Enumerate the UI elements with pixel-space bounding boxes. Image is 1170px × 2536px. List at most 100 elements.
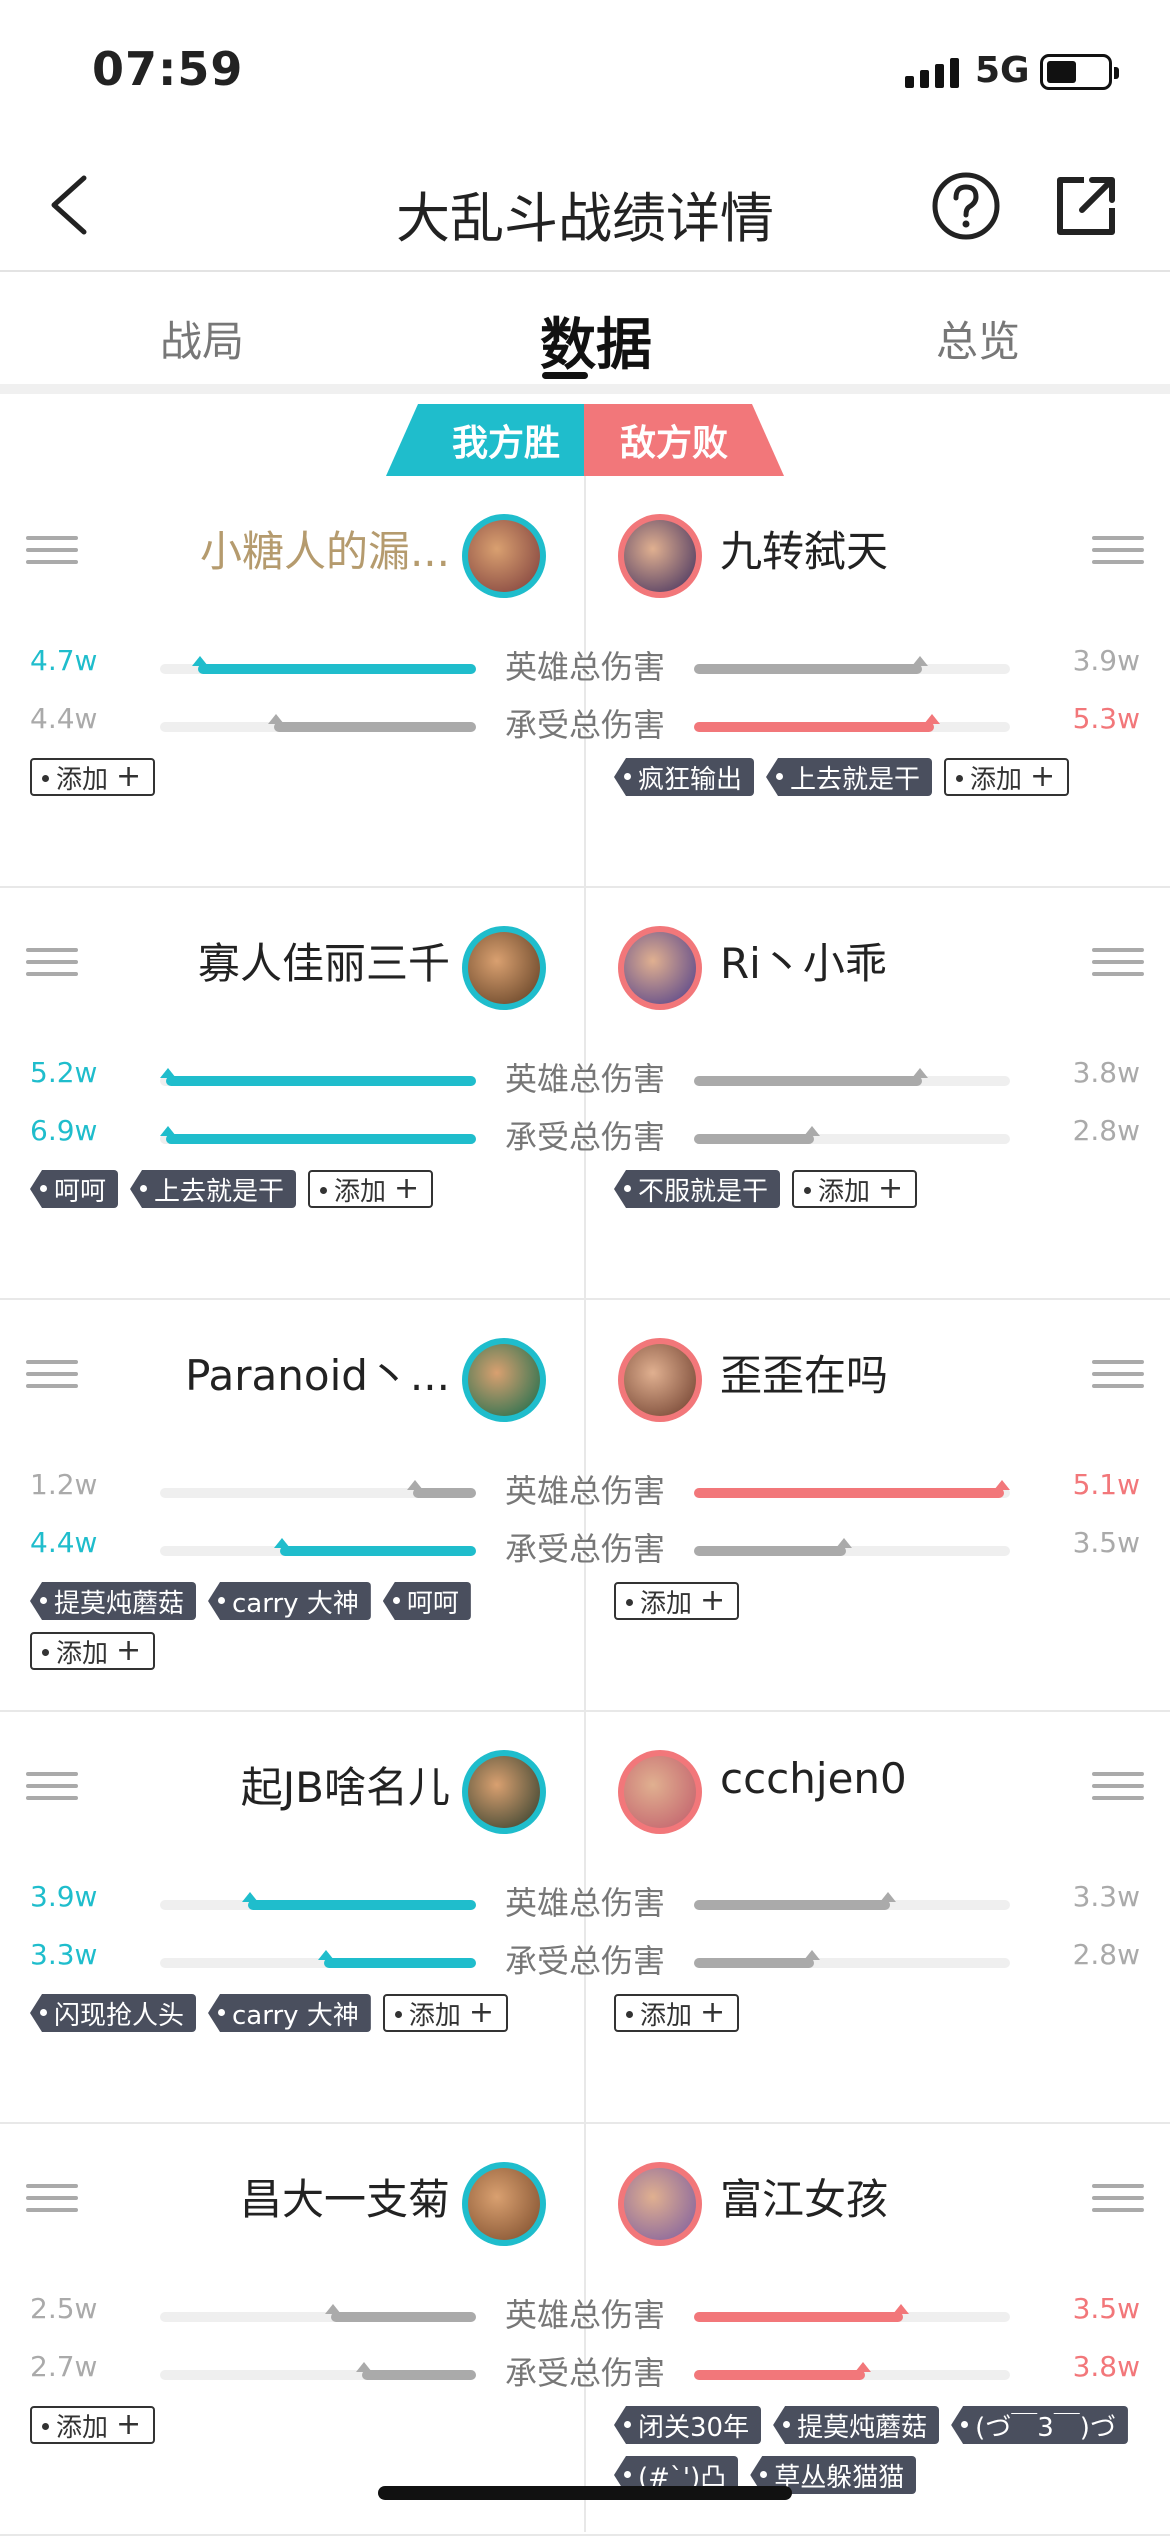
stat-bar-right bbox=[694, 656, 1010, 674]
drag-handle-icon[interactable] bbox=[1092, 1360, 1144, 1390]
stat-label: 承受总伤害 bbox=[504, 2354, 665, 2392]
stat-bar-fill bbox=[694, 1126, 821, 1144]
hero-avatar-left[interactable] bbox=[462, 926, 546, 1010]
player-tags-left: 提莫炖蘑菇 carry 大神 呵呵添加 + bbox=[30, 1582, 570, 1670]
plus-icon: + bbox=[116, 759, 142, 794]
hero-avatar-right[interactable] bbox=[618, 926, 702, 1010]
stat-bar-left bbox=[160, 1068, 476, 1086]
player-name-left[interactable]: 昌大一支菊 bbox=[150, 2166, 450, 2227]
player-name-left[interactable]: 寡人佳丽三千 bbox=[150, 930, 450, 991]
drag-handle-icon[interactable] bbox=[1092, 948, 1144, 978]
stat-label: 承受总伤害 bbox=[504, 1118, 665, 1156]
tab-battle[interactable]: 战局 bbox=[160, 308, 244, 369]
share-icon[interactable] bbox=[1050, 170, 1122, 242]
hero-avatar-right[interactable] bbox=[618, 1338, 702, 1422]
drag-handle-icon[interactable] bbox=[26, 2184, 78, 2214]
drag-handle-icon[interactable] bbox=[1092, 536, 1144, 566]
stat-value-right: 5.1w bbox=[1072, 1468, 1140, 1501]
drag-handle-icon[interactable] bbox=[1092, 2184, 1144, 2214]
stat-value-left: 4.7w bbox=[30, 644, 98, 677]
plus-icon: + bbox=[700, 1583, 726, 1618]
player-tag[interactable]: carry 大神 bbox=[208, 1582, 371, 1620]
player-name-left[interactable]: 起JB啥名儿 bbox=[150, 1754, 450, 1815]
add-tag-button[interactable]: 添加 + bbox=[30, 758, 156, 796]
player-tags-left: 添加 + bbox=[30, 758, 570, 796]
add-tag-label: 添加 bbox=[818, 1176, 871, 1207]
tab-overview[interactable]: 总览 bbox=[936, 308, 1020, 369]
stat-label: 承受总伤害 bbox=[504, 1530, 665, 1568]
hero-avatar-right[interactable] bbox=[618, 514, 702, 598]
stat-value-right: 3.5w bbox=[1072, 2292, 1140, 2325]
add-tag-label: 添加 bbox=[970, 764, 1023, 795]
hero-avatar-left[interactable] bbox=[462, 1338, 546, 1422]
add-tag-button[interactable]: 添加 + bbox=[792, 1170, 918, 1208]
player-tag[interactable]: 呵呵 bbox=[382, 1582, 471, 1620]
player-name-right[interactable]: 富江女孩 bbox=[720, 2166, 1060, 2227]
stat-bar-right bbox=[694, 1126, 1010, 1144]
enemy-team-result: 敌方败 bbox=[584, 404, 784, 476]
player-tag[interactable]: 呵呵 bbox=[30, 1170, 119, 1208]
stat-value-left: 1.2w bbox=[30, 1468, 98, 1501]
network-type: 5G bbox=[975, 50, 1030, 91]
add-tag-button[interactable]: 添加 + bbox=[944, 758, 1070, 796]
hero-portrait bbox=[468, 1756, 540, 1828]
hero-avatar-left[interactable] bbox=[462, 1750, 546, 1834]
stat-bar-fill bbox=[694, 1480, 1010, 1498]
player-tag[interactable]: 不服就是干 bbox=[614, 1170, 781, 1208]
stat-label: 英雄总伤害 bbox=[504, 1472, 665, 1510]
player-row: 小糖人的漏... 九转弑天 4.7w 英雄总伤害 3.9w 4.4w 承受总伤害 5.3w 添加… bbox=[0, 476, 1170, 888]
player-tags-right: 闭关30年 提莫炖蘑菇 (づ￣3￣)づ (#`')凸 草丛躲猫猫 bbox=[614, 2406, 1154, 2494]
stat-bar-fill bbox=[694, 2362, 871, 2380]
stat-bar-fill bbox=[324, 2304, 476, 2322]
player-tag[interactable]: 提莫炖蘑菇 bbox=[773, 2406, 940, 2444]
stat-value-right: 5.3w bbox=[1072, 702, 1140, 735]
add-tag-button[interactable]: 添加 + bbox=[30, 1632, 156, 1670]
help-icon[interactable] bbox=[930, 170, 1002, 242]
stat-label: 英雄总伤害 bbox=[504, 1884, 665, 1922]
drag-handle-icon[interactable] bbox=[26, 948, 78, 978]
stat-value-right: 3.9w bbox=[1072, 644, 1140, 677]
player-name-right[interactable]: 九转弑天 bbox=[720, 518, 1060, 579]
player-name-left[interactable]: 小糖人的漏... bbox=[150, 518, 450, 579]
player-tag[interactable]: 上去就是干 bbox=[130, 1170, 297, 1208]
hero-portrait bbox=[468, 932, 540, 1004]
player-name-right[interactable]: ccchjen0 bbox=[720, 1754, 1060, 1803]
player-tag[interactable]: (づ￣3￣)づ bbox=[951, 2406, 1128, 2444]
add-tag-button[interactable]: 添加 + bbox=[614, 1994, 740, 2032]
hero-avatar-right[interactable] bbox=[618, 2162, 702, 2246]
stat-bar-fill bbox=[318, 1950, 476, 1968]
hero-avatar-left[interactable] bbox=[462, 2162, 546, 2246]
add-tag-button[interactable]: 添加 + bbox=[614, 1582, 740, 1620]
signal-icon bbox=[905, 52, 959, 88]
drag-handle-icon[interactable] bbox=[26, 1360, 78, 1390]
stat-label: 英雄总伤害 bbox=[504, 2296, 665, 2334]
stat-label: 英雄总伤害 bbox=[504, 648, 665, 686]
stat-value-right: 3.3w bbox=[1072, 1880, 1140, 1913]
player-tag[interactable]: carry 大神 bbox=[208, 1994, 371, 2032]
add-tag-button[interactable]: 添加 + bbox=[30, 2406, 156, 2444]
drag-handle-icon[interactable] bbox=[1092, 1772, 1144, 1802]
player-tags-right: 疯狂输出 上去就是干 添加 + bbox=[614, 758, 1154, 796]
player-tags-right: 不服就是干 添加 + bbox=[614, 1170, 1154, 1208]
add-tag-button[interactable]: 添加 + bbox=[308, 1170, 434, 1208]
stat-bar-fill bbox=[694, 2304, 909, 2322]
player-name-right[interactable]: Ri丶小乖 bbox=[720, 930, 1060, 991]
stat-bar-right bbox=[694, 1480, 1010, 1498]
drag-handle-icon[interactable] bbox=[26, 1772, 78, 1802]
player-tag[interactable]: 疯狂输出 bbox=[614, 758, 755, 796]
player-tag[interactable]: 提莫炖蘑菇 bbox=[30, 1582, 197, 1620]
stat-value-left: 4.4w bbox=[30, 702, 98, 735]
player-tag[interactable]: 闪现抢人头 bbox=[30, 1994, 197, 2032]
hero-avatar-right[interactable] bbox=[618, 1750, 702, 1834]
player-name-left[interactable]: Paranoid丶... bbox=[150, 1342, 450, 1403]
drag-handle-icon[interactable] bbox=[26, 536, 78, 566]
tab-data[interactable]: 数据 bbox=[540, 300, 652, 381]
player-tag[interactable]: 上去就是干 bbox=[766, 758, 933, 796]
hero-avatar-left[interactable] bbox=[462, 514, 546, 598]
add-tag-button[interactable]: 添加 + bbox=[382, 1994, 508, 2032]
home-indicator bbox=[378, 2486, 792, 2500]
stat-value-left: 4.4w bbox=[30, 1526, 98, 1559]
status-bar: 07:59 5G bbox=[0, 0, 1170, 140]
player-tag[interactable]: 闭关30年 bbox=[614, 2406, 762, 2444]
player-name-right[interactable]: 歪歪在吗 bbox=[720, 1342, 1060, 1403]
